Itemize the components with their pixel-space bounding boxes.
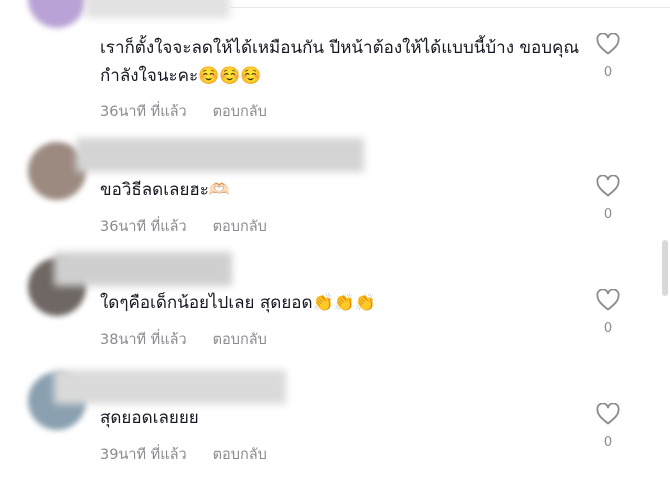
- divider: [230, 7, 670, 8]
- reply-button[interactable]: ตอบกลับ: [213, 447, 267, 463]
- username-blurred[interactable]: [54, 252, 232, 286]
- like-button[interactable]: 0: [594, 33, 622, 80]
- comment-list: เราก็ตั้งใจจะลดให้ได้เหมือนกัน ปีหน้าต้อ…: [0, 0, 670, 479]
- reply-button[interactable]: ตอบกลับ: [213, 219, 267, 235]
- heart-outline-icon[interactable]: [596, 289, 620, 311]
- scrollbar-thumb[interactable]: [662, 240, 668, 296]
- comment-text: ขอวิธีลดเลยฮะ🫶🏻: [100, 180, 231, 200]
- username-blurred[interactable]: [85, 0, 230, 18]
- like-button[interactable]: 0: [594, 289, 622, 336]
- avatar[interactable]: [28, 0, 86, 28]
- comment-meta: 36นาที ที่แล้ว ตอบกลับ: [100, 100, 267, 123]
- like-button[interactable]: 0: [594, 175, 622, 222]
- like-count: 0: [603, 65, 613, 80]
- comment-time: 39นาที ที่แล้ว: [100, 447, 187, 463]
- heart-outline-icon[interactable]: [596, 175, 620, 197]
- comment-meta: 36นาที ที่แล้ว ตอบกลับ: [100, 215, 267, 238]
- like-count: 0: [603, 321, 613, 336]
- comment-text: สุดยอดเลยยย: [100, 408, 199, 428]
- username-blurred[interactable]: [76, 138, 364, 172]
- comment-time: 36นาที ที่แล้ว: [100, 104, 187, 120]
- reply-button[interactable]: ตอบกลับ: [213, 104, 267, 120]
- comment-time: 38นาที ที่แล้ว: [100, 332, 187, 348]
- username-blurred[interactable]: [54, 370, 286, 404]
- comment-text: เราก็ตั้งใจจะลดให้ได้เหมือนกัน ปีหน้าต้อ…: [100, 38, 580, 86]
- comment-meta: 39นาที ที่แล้ว ตอบกลับ: [100, 443, 267, 466]
- like-button[interactable]: 0: [594, 403, 622, 450]
- comment-text: ใดๆคือเด็กน้อยไปเลย สุดยอด👏👏👏: [100, 293, 377, 313]
- reply-button[interactable]: ตอบกลับ: [213, 332, 267, 348]
- comment-time: 36นาที ที่แล้ว: [100, 219, 187, 235]
- like-count: 0: [603, 435, 613, 450]
- heart-outline-icon[interactable]: [596, 403, 620, 425]
- heart-outline-icon[interactable]: [596, 33, 620, 55]
- comment-meta: 38นาที ที่แล้ว ตอบกลับ: [100, 328, 267, 351]
- like-count: 0: [603, 207, 613, 222]
